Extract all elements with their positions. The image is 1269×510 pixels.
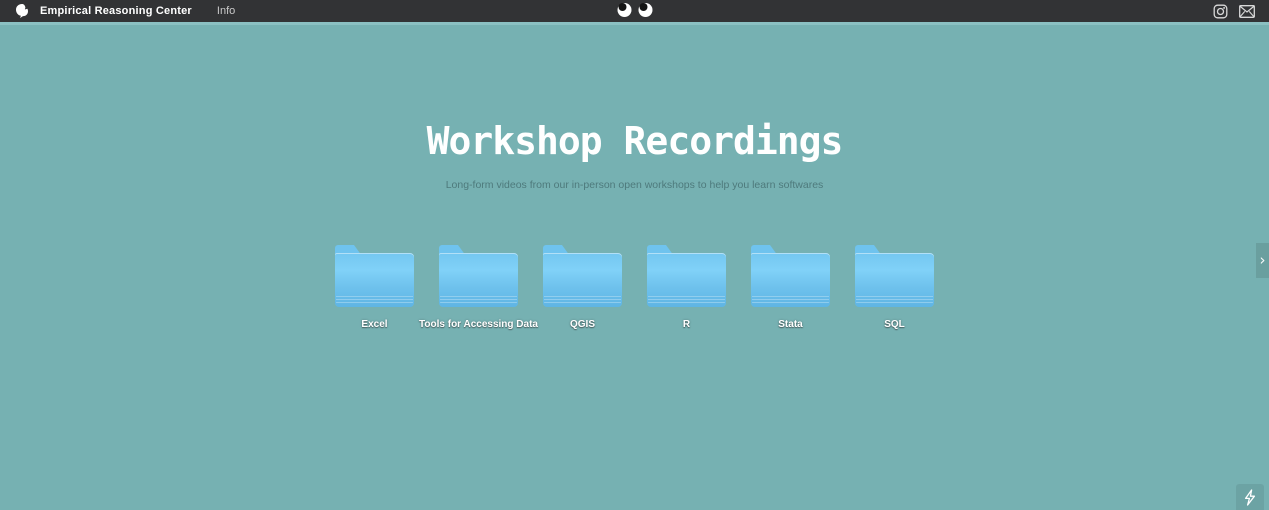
folder-icon	[439, 245, 518, 307]
nav-item-info[interactable]: Info	[217, 5, 235, 17]
folder-icon	[543, 245, 622, 307]
eye-right	[638, 3, 652, 17]
navbar-social-icons	[1213, 4, 1255, 19]
folder-label: QGIS	[569, 319, 595, 330]
folder-sql[interactable]: SQL	[855, 245, 934, 330]
workshop-folders-row: Excel Tools for Accessing Data QGIS R St…	[0, 245, 1269, 330]
folder-r[interactable]: R	[647, 245, 726, 330]
folder-label: R	[682, 319, 691, 330]
folder-tools-for-accessing-data[interactable]: Tools for Accessing Data	[419, 245, 538, 330]
page-subtitle: Long-form videos from our in-person open…	[445, 179, 824, 191]
folder-icon	[751, 245, 830, 307]
folder-excel[interactable]: Excel	[335, 245, 414, 330]
erc-logo-icon	[14, 3, 30, 19]
folder-icon	[335, 245, 414, 307]
folder-label: Excel	[361, 319, 388, 330]
navbar-accent-line	[0, 22, 1269, 25]
brand-link[interactable]: Empirical Reasoning Center	[40, 5, 192, 17]
eyes-icon	[617, 3, 652, 17]
chevron-right-icon: ›	[1259, 251, 1266, 269]
folder-label: Stata	[778, 319, 803, 330]
lightning-badge[interactable]	[1236, 484, 1264, 510]
folder-icon	[647, 245, 726, 307]
eye-left	[617, 3, 631, 17]
instagram-icon[interactable]	[1213, 4, 1228, 19]
email-icon[interactable]	[1239, 4, 1255, 18]
folder-label: SQL	[884, 319, 905, 330]
page-title: Workshop Recordings	[426, 119, 844, 163]
site-logo[interactable]	[14, 3, 30, 19]
top-navbar: Empirical Reasoning Center Info	[0, 0, 1269, 22]
lightning-bolt-icon	[1243, 488, 1257, 506]
folder-label: Tools for Accessing Data	[419, 319, 538, 330]
folder-icon	[855, 245, 934, 307]
carousel-next-button[interactable]: ›	[1256, 243, 1269, 278]
folder-qgis[interactable]: QGIS	[543, 245, 622, 330]
folder-stata[interactable]: Stata	[751, 245, 830, 330]
